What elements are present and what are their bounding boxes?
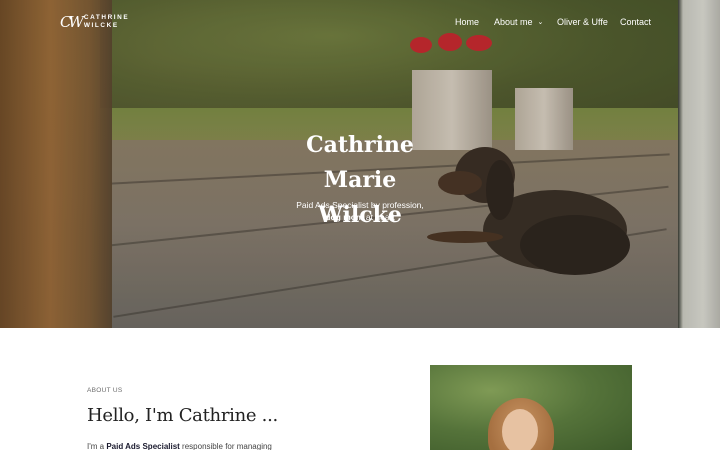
nav-item-contact[interactable]: Contact bbox=[620, 17, 651, 27]
nav-item-label: About me bbox=[494, 17, 533, 27]
nav-item-oliver-uffe[interactable]: Oliver & Uffe bbox=[557, 17, 608, 27]
site-logo[interactable]: CW CATHRINE WILCKE bbox=[60, 13, 129, 31]
logo-line1: CATHRINE bbox=[83, 14, 130, 21]
hero-section: CW CATHRINE WILCKE Home About me ⌄ Olive… bbox=[0, 0, 720, 328]
nav-item-home[interactable]: Home bbox=[455, 17, 479, 27]
hero-subtitle-bold: dog mom bbox=[325, 212, 364, 222]
about-body-prefix: I'm a bbox=[87, 442, 107, 450]
section-kicker: ABOUT US bbox=[87, 387, 123, 394]
nav-item-about-me[interactable]: About me ⌄ bbox=[494, 17, 543, 27]
logo-text: CATHRINE WILCKE bbox=[84, 14, 129, 30]
about-body-bold: Paid Ads Specialist bbox=[106, 442, 180, 450]
logo-line2: WILCKE bbox=[83, 22, 119, 29]
hero-subtitle: Paid Ads Specialist by profession, dog m… bbox=[270, 199, 450, 223]
logo-mark: CW bbox=[60, 13, 84, 31]
about-body: I'm a Paid Ads Specialist responsible fo… bbox=[87, 442, 272, 450]
photo-face bbox=[502, 409, 538, 450]
hero-title-line1: Cathrine Marie bbox=[306, 132, 414, 193]
profile-photo bbox=[430, 365, 632, 450]
about-body-suffix: responsible for managing bbox=[179, 442, 272, 450]
chevron-down-icon: ⌄ bbox=[537, 19, 544, 26]
about-heading: Hello, I'm Cathrine ... bbox=[87, 405, 278, 426]
hero-subtitle-line1: Paid Ads Specialist by profession, bbox=[296, 200, 424, 210]
hero-subtitle-rest: at heart bbox=[363, 212, 395, 222]
